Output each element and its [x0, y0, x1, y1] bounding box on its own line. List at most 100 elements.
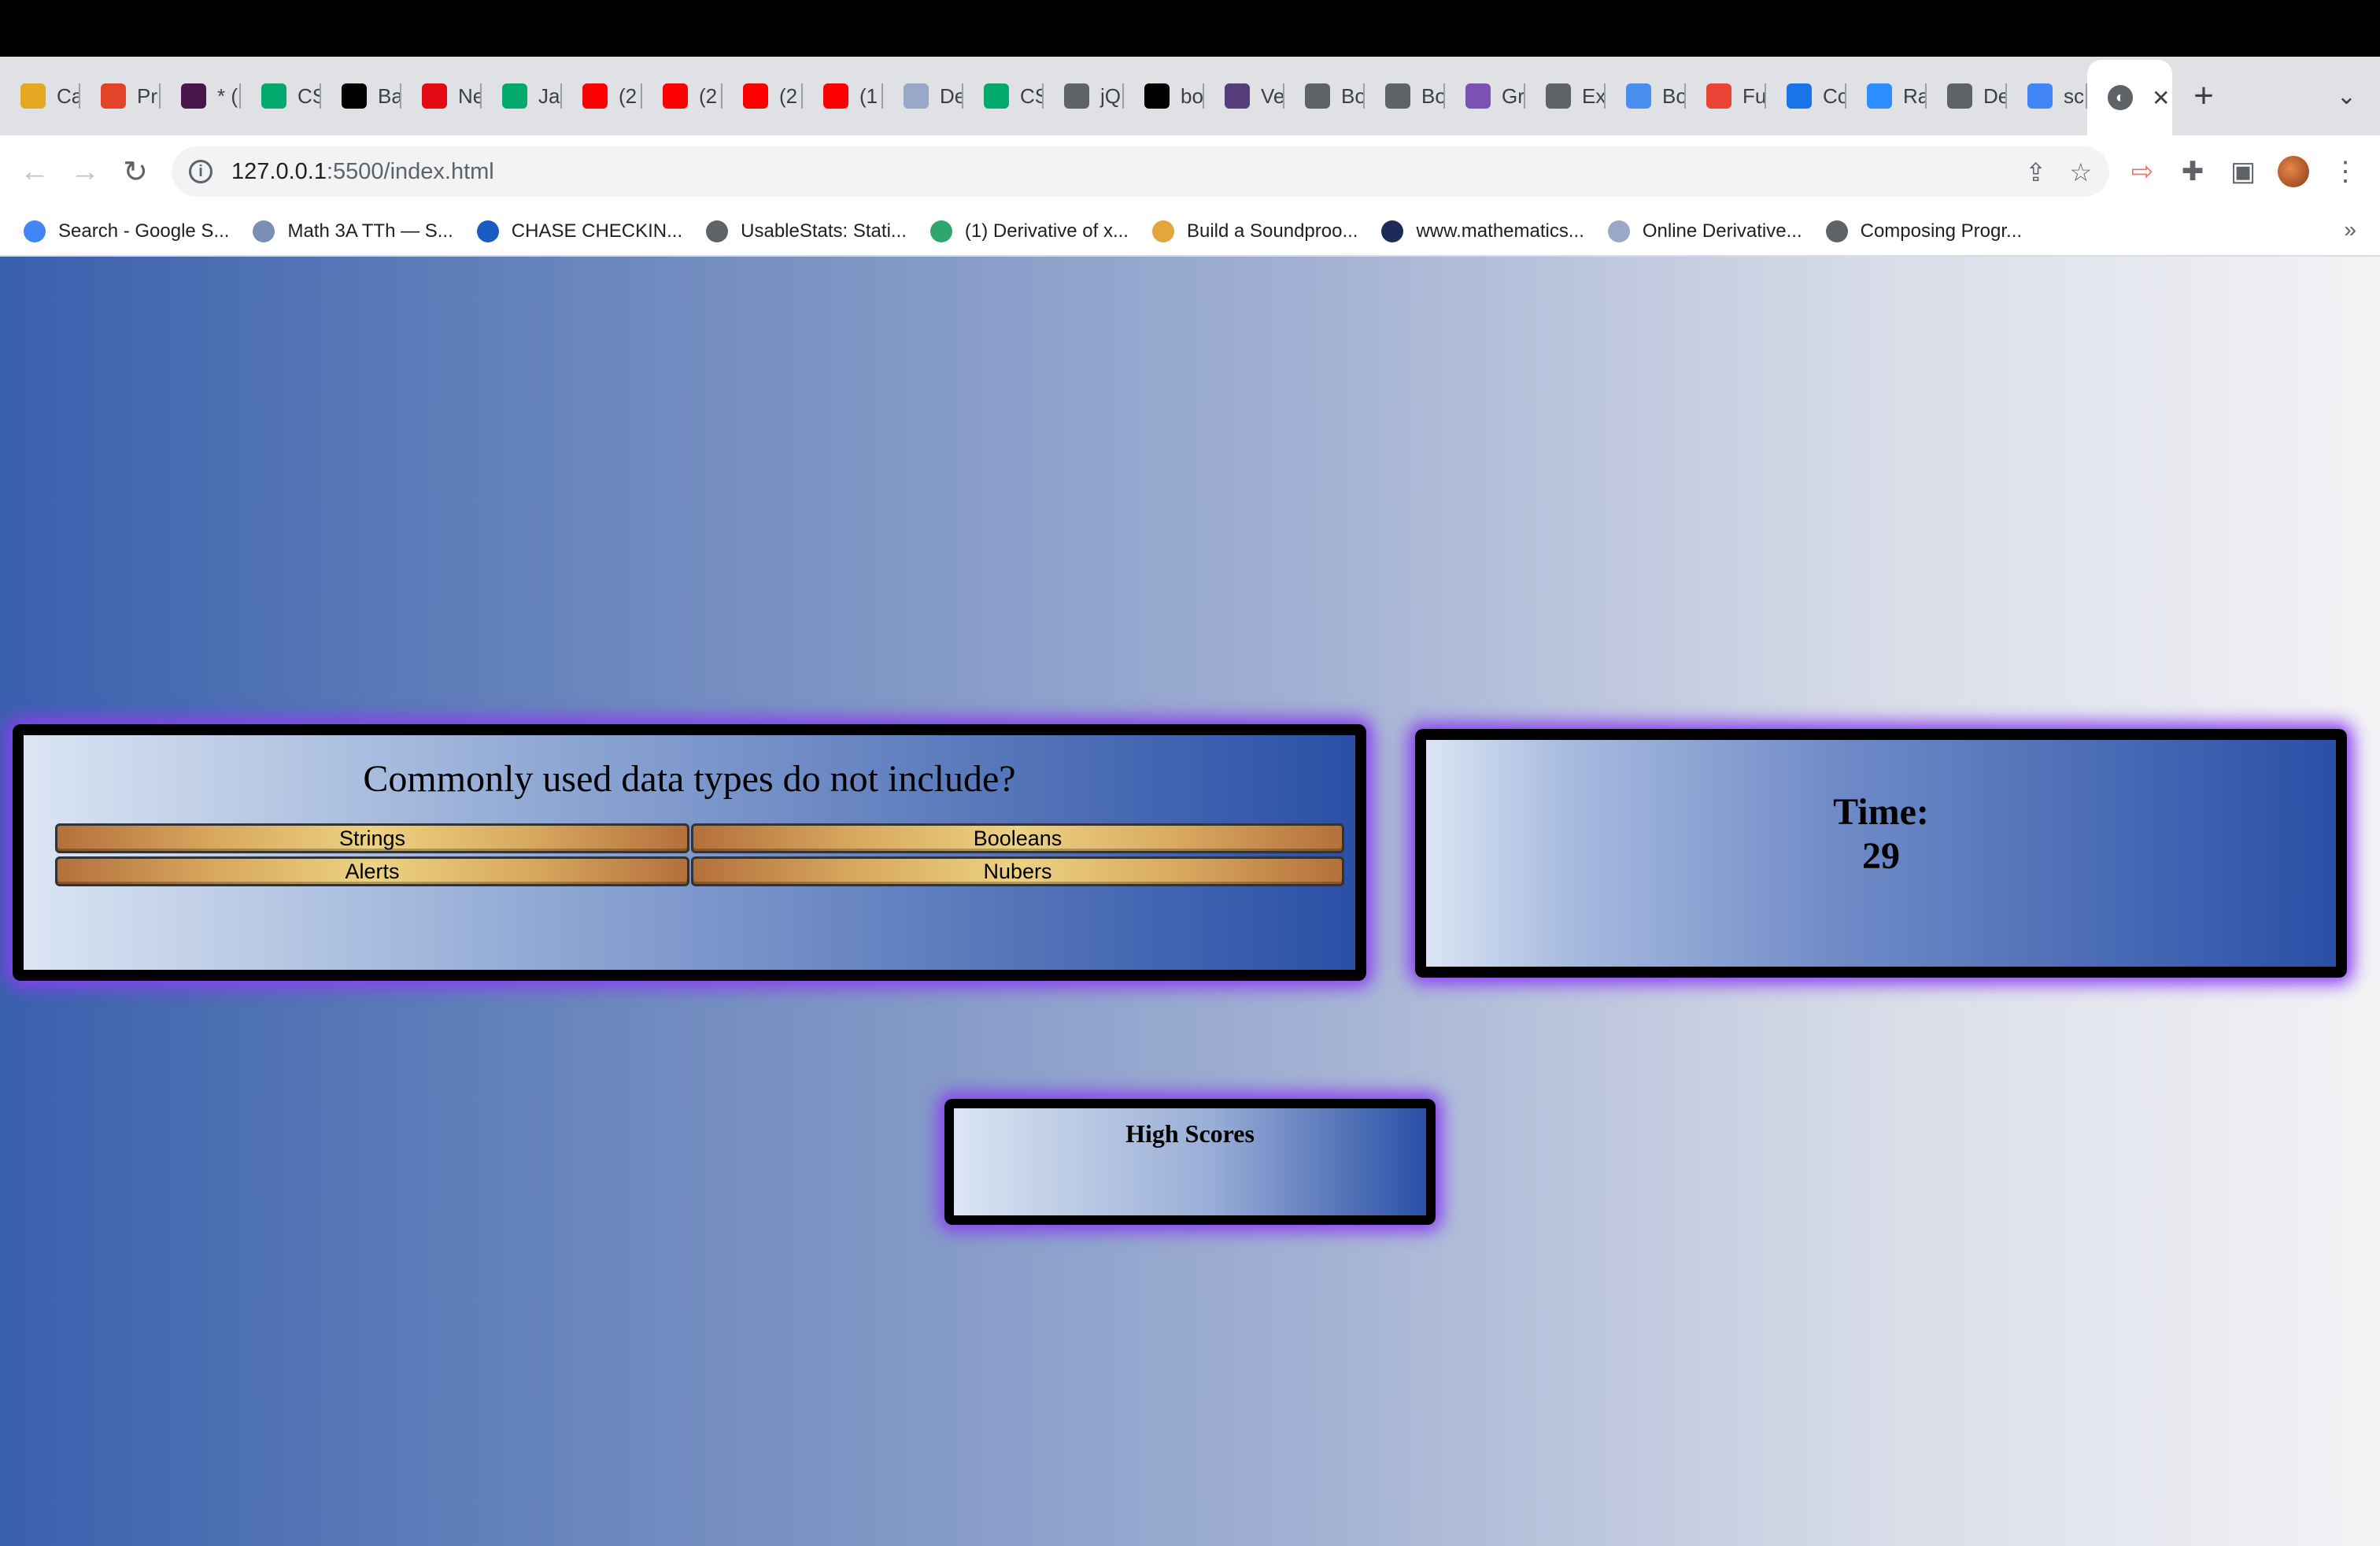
tab[interactable]: Ve — [1204, 57, 1284, 135]
globe-icon — [706, 220, 729, 242]
canvas-icon — [20, 83, 46, 109]
tab[interactable]: Ex — [1525, 57, 1606, 135]
tab[interactable]: (2 — [562, 57, 642, 135]
bookmark-item[interactable]: Composing Progr... — [1825, 220, 2022, 242]
extensions-puzzle-icon[interactable]: ✚ — [2174, 153, 2212, 190]
tab[interactable]: CS — [241, 57, 321, 135]
google-icon — [2027, 83, 2053, 109]
w3schools-icon — [502, 83, 527, 109]
hex-icon — [929, 220, 952, 242]
tab[interactable]: Ra — [1846, 57, 1927, 135]
tab-label: Ra — [1903, 83, 1927, 108]
medium-icon — [342, 83, 367, 109]
tab[interactable]: Ba — [321, 57, 401, 135]
tab[interactable]: Ne — [401, 57, 482, 135]
mdn-icon — [1626, 83, 1651, 109]
tab[interactable]: Ja — [482, 57, 562, 135]
symbolab-icon — [1607, 220, 1630, 242]
bookmark-item[interactable]: CHASE CHECKIN... — [476, 220, 683, 242]
chrome-ring-icon — [1787, 83, 1812, 109]
side-panel-icon[interactable]: ▣ — [2224, 153, 2262, 190]
reload-icon[interactable]: ↻ — [115, 151, 156, 192]
tab[interactable]: Bo — [1606, 57, 1686, 135]
answer-button-booleans[interactable]: Booleans — [691, 823, 1344, 853]
globe-icon — [1305, 83, 1330, 109]
bookmark-item[interactable]: Math 3A TTh — S... — [253, 220, 453, 242]
shield-icon — [1381, 220, 1404, 242]
bookmark-label: CHASE CHECKIN... — [511, 220, 683, 242]
tab[interactable]: sc — [2007, 57, 2087, 135]
os-menu-bar — [0, 0, 2380, 57]
youtube-icon — [823, 83, 848, 109]
profile-avatar[interactable] — [2275, 153, 2312, 190]
bookmark-label: Build a Soundproo... — [1186, 220, 1358, 242]
tab[interactable]: Fu — [1686, 57, 1766, 135]
forward-icon[interactable]: → — [65, 151, 105, 192]
medium-icon — [1144, 83, 1170, 109]
tab-label: Ex — [1582, 83, 1606, 108]
tabs-container: Ca Pr * (CS Ba Ne Ja (2 (2 (2 (1 De CS jQ bo Ve Bo Bo Gr E… — [0, 57, 2087, 135]
answer-button-alerts[interactable]: Alerts — [55, 856, 689, 886]
netflix-icon — [422, 83, 447, 109]
symbolab-icon — [904, 83, 929, 109]
url-host: 127.0.0.1 — [231, 158, 327, 184]
bookmark-item[interactable]: www.mathematics... — [1381, 220, 1584, 242]
tab[interactable]: De — [1927, 57, 2007, 135]
tab[interactable]: (2 — [722, 57, 803, 135]
bookmark-label: (1) Derivative of x... — [964, 220, 1129, 242]
more-bookmarks-icon[interactable]: » — [2344, 217, 2356, 242]
site-info-icon[interactable]: i — [189, 160, 213, 183]
tab-label: Co — [1823, 83, 1846, 108]
share-icon[interactable]: ⇪ — [2025, 157, 2046, 187]
bookmark-item[interactable]: Search - Google S... — [24, 220, 229, 242]
bookmark-item[interactable]: Build a Soundproo... — [1151, 220, 1358, 242]
active-tab[interactable]: ◐ ✕ — [2087, 60, 2172, 135]
globe-icon — [1825, 220, 1848, 242]
tab[interactable]: bo — [1124, 57, 1204, 135]
globe-icon — [1385, 83, 1410, 109]
tab-label: Gr — [1502, 83, 1524, 108]
tab[interactable]: Ca — [0, 57, 80, 135]
tab[interactable]: Pr — [80, 57, 161, 135]
close-tab-icon[interactable]: ✕ — [2152, 85, 2170, 111]
tab-label: CS — [1020, 83, 1044, 108]
extension-arrow-icon[interactable]: ⇨ — [2123, 153, 2161, 190]
bookmark-item[interactable]: UsableStats: Stati... — [706, 220, 907, 242]
tab-label: Bo — [1662, 83, 1686, 108]
tab-search-icon[interactable]: ⌄ — [2337, 57, 2356, 135]
tab[interactable]: De — [883, 57, 963, 135]
globe-icon — [1546, 83, 1571, 109]
page-viewport: Commonly used data types do not include?… — [0, 257, 2380, 1546]
tab[interactable]: Gr — [1445, 57, 1525, 135]
tab[interactable]: Bo — [1365, 57, 1445, 135]
tab[interactable]: (2 — [642, 57, 722, 135]
tab-label: sc — [2064, 83, 2084, 108]
answer-button-strings[interactable]: Strings — [55, 823, 689, 853]
url-text: 127.0.0.1:5500/index.html — [231, 159, 494, 185]
new-tab-button[interactable]: + — [2172, 57, 2235, 135]
high-scores-panel[interactable]: High Scores — [944, 1099, 1436, 1225]
tab[interactable]: jQ — [1044, 57, 1124, 135]
answer-button-nubers[interactable]: Nubers — [691, 856, 1344, 886]
bookmark-star-icon[interactable]: ☆ — [2069, 157, 2092, 187]
bookmark-label: www.mathematics... — [1416, 220, 1584, 242]
google-icon — [24, 220, 46, 242]
bookmark-item[interactable]: Online Derivative... — [1607, 220, 1802, 242]
w3schools-icon — [261, 83, 286, 109]
tab[interactable]: Bo — [1284, 57, 1365, 135]
tab[interactable]: Co — [1766, 57, 1846, 135]
tab-label: jQ — [1100, 83, 1121, 108]
bookmark-item[interactable]: (1) Derivative of x... — [929, 220, 1129, 242]
tab[interactable]: * ( — [161, 57, 241, 135]
tab-label: Bo — [1341, 83, 1365, 108]
back-icon[interactable]: ← — [14, 151, 55, 192]
tab[interactable]: CS — [963, 57, 1044, 135]
globe-icon: ◐ — [2108, 85, 2133, 110]
tab-label: Fu — [1743, 83, 1766, 108]
tab-label: Ba — [378, 83, 401, 108]
globe-icon — [1947, 83, 1972, 109]
bookmark-label: Online Derivative... — [1642, 220, 1802, 242]
tab[interactable]: (1 — [803, 57, 883, 135]
browser-menu-icon[interactable]: ⋮ — [2326, 153, 2364, 190]
address-bar[interactable]: i 127.0.0.1:5500/index.html ⇪ ☆ — [172, 146, 2109, 197]
